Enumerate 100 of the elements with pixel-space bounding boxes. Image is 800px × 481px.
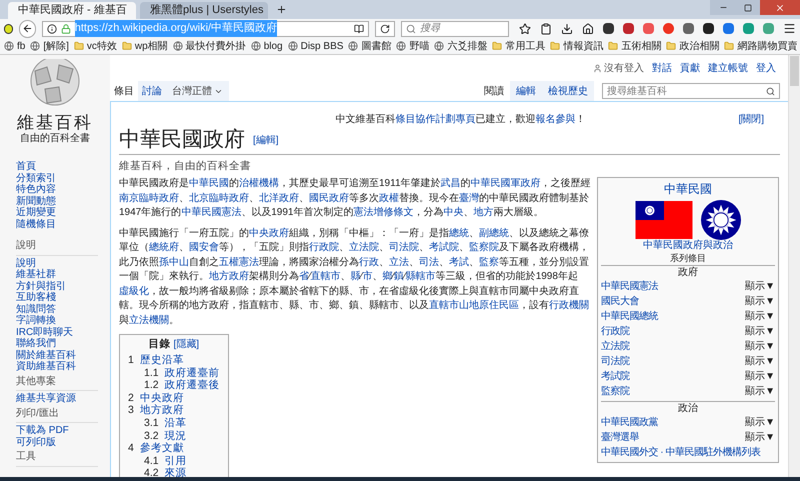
reload-button[interactable] [374,20,396,36]
article-link[interactable]: 司法院 [389,242,419,253]
bookmark-item[interactable]: vc特效 [74,38,117,54]
article-link[interactable]: 地方政府 [209,271,249,282]
toc-link[interactable]: 4.1 引用 [144,454,220,468]
bookmark-item[interactable]: fb [4,38,26,54]
sidebar-link[interactable]: 隨機條目 [16,218,56,230]
home-icon[interactable] [582,22,594,34]
article-link[interactable]: 中華民國 [189,178,229,189]
browser-tab[interactable]: 中華民國政府 - 維基百 [8,2,136,19]
article-link[interactable]: 副總統 [479,228,509,238]
show-toggle[interactable]: 顯示▼ [745,324,775,339]
infobox-link[interactable]: 國民大會 [601,294,639,309]
infobox-link[interactable]: 司法院 [601,354,630,369]
sidebar-link[interactable]: 聯絡我們 [16,338,56,349]
article-link[interactable]: 行政機關 [549,300,589,311]
toc-link[interactable]: 1.1 政府遷臺前 [144,366,220,380]
bookmark-item[interactable]: 網路購物買賣 [724,38,798,54]
bookmark-item[interactable]: 情報資訊 [550,38,604,54]
toc-toggle-link[interactable]: [隱藏] [173,339,200,350]
show-toggle[interactable]: 顯示▼ [745,279,775,294]
article-link[interactable]: 鄉 [382,271,392,282]
bookmark-item[interactable]: 最快付費外掛 [172,38,246,54]
article-link[interactable]: 省 [299,271,309,282]
toc-link[interactable]: 3.2 現況 [144,430,220,442]
clipboard-icon[interactable] [540,22,552,34]
article-link[interactable]: 孫中山 [159,256,189,268]
infobox-link[interactable]: 中華民國政黨 [601,415,658,430]
article-link[interactable]: 行政院 [309,242,339,253]
bookmark-item[interactable]: 五術相關 [608,38,662,54]
article-link[interactable]: 治權機構 [239,178,279,189]
article-link[interactable]: 南京臨時政府 [119,192,179,204]
infobox-link[interactable]: 立法院 [601,339,630,354]
article-link[interactable]: 中華民國軍政府 [470,178,541,189]
sidebar-link[interactable]: 下載為 PDF [16,425,69,436]
article-link[interactable]: 五權憲法 [219,256,259,268]
bookmark-item[interactable]: 圖書館 [348,38,392,54]
bookmark-item[interactable]: wp相關 [122,38,168,54]
page-tab[interactable]: 檢視歷史 [542,81,594,101]
sidebar-link[interactable]: 字詞轉換 [16,315,56,326]
toc-link[interactable]: 3 地方政府 [128,404,220,417]
variant-dropdown[interactable]: 台灣正體 [166,81,229,101]
article-link[interactable]: 中央 [444,207,464,218]
page-tab[interactable]: 編輯 [510,81,542,101]
sidebar-link[interactable]: 分類索引 [16,172,56,184]
sidebar-link[interactable]: 特色內容 [16,184,56,195]
sidebar-link[interactable]: 近期變更 [16,207,56,218]
article-link[interactable]: 政權 [379,192,399,204]
article-link[interactable]: 武昌 [440,178,461,189]
bookmark-item[interactable]: 常用工具 [492,38,546,54]
close-notice-link[interactable]: [關閉] [738,114,780,126]
article-link[interactable]: 立法機關 [129,314,169,326]
infobox-link[interactable]: 考試院 [601,369,630,384]
infobox-link[interactable]: 中華民國憲法 [601,279,658,294]
show-toggle[interactable]: 顯示▼ [745,384,775,399]
infobox-link[interactable]: 監察院 [601,384,630,399]
info-icon[interactable] [46,24,57,34]
article-link[interactable]: 立法 [389,256,409,268]
extension-icon[interactable] [603,23,614,34]
close-button[interactable] [760,0,800,15]
show-toggle[interactable]: 顯示▼ [745,354,775,369]
article-link[interactable]: 北洋政府 [259,192,299,204]
bookmark-item[interactable]: 六爻排盤 [434,38,488,54]
article-link[interactable]: 監察 [479,256,499,268]
show-toggle[interactable]: 顯示▼ [745,339,775,354]
infobox-link[interactable]: 臺灣選舉 [601,430,639,445]
extension-icon[interactable] [703,23,714,34]
show-toggle[interactable]: 顯示▼ [745,369,775,384]
sidebar-link[interactable]: 可列印版 [16,436,56,448]
infobox-link[interactable]: 行政院 [601,324,630,339]
show-toggle[interactable]: 顯示▼ [745,309,775,324]
show-toggle[interactable]: 顯示▼ [745,294,775,309]
infobox-caption-link[interactable]: 中華民國政府與政治 [643,240,733,251]
bookmark-item[interactable]: 政治相關 [666,38,720,54]
sidebar-link[interactable]: 互助客棧 [16,292,56,303]
article-link[interactable]: 立法院 [349,242,379,253]
sidebar-link[interactable]: 關於維基百科 [16,350,76,360]
article-link[interactable]: 總統 [449,228,469,238]
new-tab-icon[interactable] [276,4,287,15]
show-toggle[interactable]: 顯示▼ [745,415,775,430]
infobox-link[interactable]: 中華民國外交 · 中華民國駐外機構列表 [601,445,760,460]
page-tab[interactable]: 討論 [138,81,166,101]
download-icon[interactable] [561,22,573,34]
article-link[interactable]: 國安會 [189,242,219,253]
article-link[interactable]: 國民政府 [309,192,349,204]
toc-link[interactable]: 1.2 政府遷臺後 [144,379,220,392]
article-link[interactable]: 臺灣 [459,192,479,204]
show-toggle[interactable]: 顯示▼ [745,430,775,445]
article-link[interactable]: 司法 [419,256,439,268]
infobox-link[interactable]: 中華民國總統 [601,309,658,324]
article-link[interactable]: 條目協作計劃專頁 [396,114,476,125]
article-link[interactable]: 北京臨時政府 [189,192,249,204]
browser-tab[interactable]: 雅黑體plus | Userstyles [140,2,268,19]
toc-link[interactable]: 1 歷史沿革 [128,354,220,367]
sidebar-link[interactable]: IRC即時聊天 [16,326,74,338]
bookmark-item[interactable]: [解除] [30,38,69,54]
article-link[interactable]: 監察院 [469,242,499,253]
wiki-search-field[interactable]: 搜尋維基百科 [602,83,780,99]
sidebar-link[interactable]: 首頁 [16,161,36,172]
search-field[interactable]: 搜尋 [401,20,509,36]
